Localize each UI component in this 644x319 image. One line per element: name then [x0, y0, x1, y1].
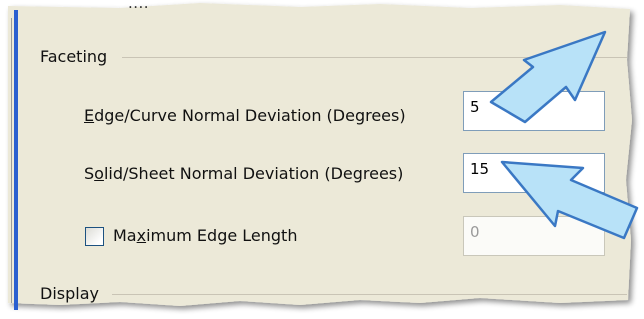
display-group-label: Display	[40, 284, 99, 303]
maximum-edge-length-checkbox[interactable]	[85, 227, 104, 246]
callout-arrow-icon	[489, 30, 607, 124]
clipped-header-text: ....	[128, 0, 150, 12]
display-group-divider	[112, 294, 627, 295]
panel-left-edge	[11, 18, 12, 303]
edge-curve-label: Edge/Curve Normal Deviation (Degrees)	[84, 106, 406, 125]
solid-sheet-label: Solid/Sheet Normal Deviation (Degrees)	[84, 164, 404, 183]
maximum-edge-length-label: Maximum Edge Length	[113, 226, 298, 245]
faceting-group-label: Faceting	[40, 47, 108, 66]
accent-bar	[14, 10, 18, 310]
callout-arrow-icon	[500, 160, 639, 240]
